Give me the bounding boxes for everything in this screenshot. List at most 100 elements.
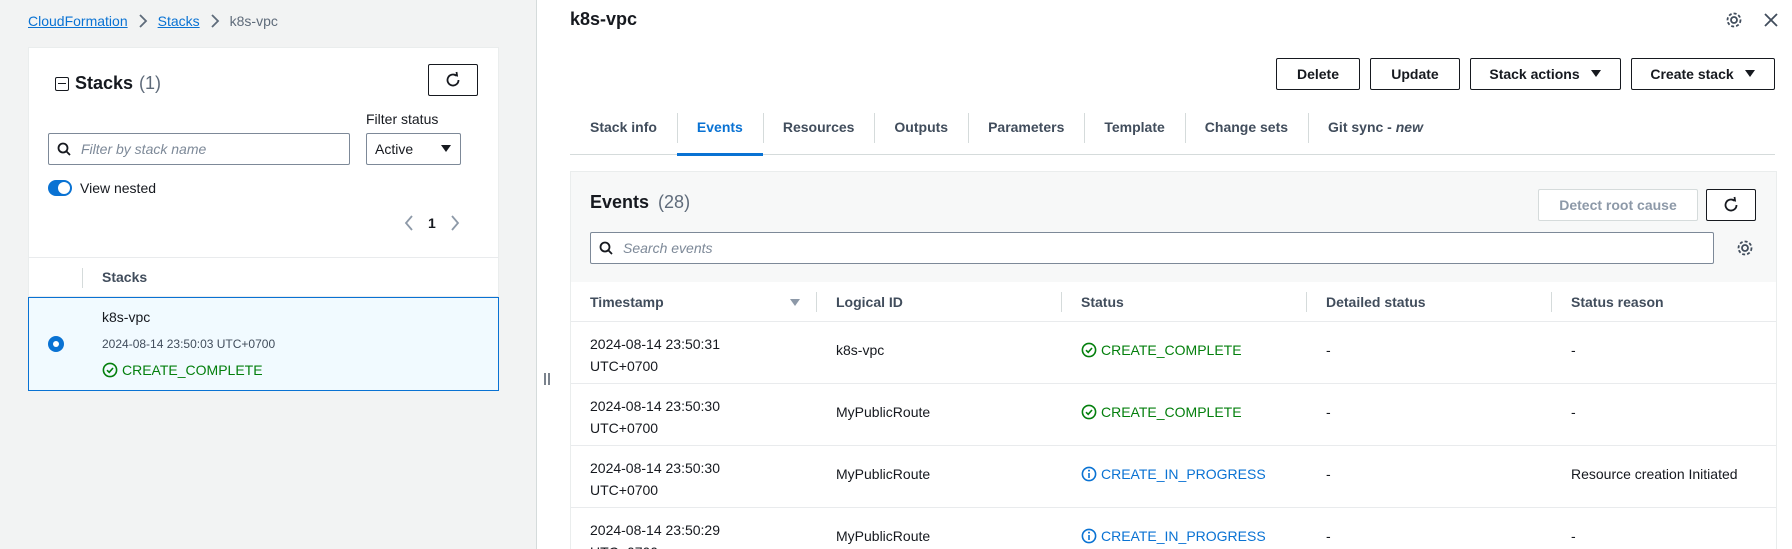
col-logical-id: Logical ID — [836, 294, 903, 310]
tab-change-sets[interactable]: Change sets — [1184, 107, 1308, 155]
stack-actions-button[interactable]: Stack actions — [1470, 58, 1621, 90]
update-button[interactable]: Update — [1370, 58, 1460, 90]
event-row: 2024-08-14 23:50:31 UTC+0700 k8s-vpc CREA… — [571, 322, 1776, 384]
next-page-icon[interactable] — [450, 215, 460, 231]
col-status: Status — [1081, 294, 1124, 310]
info-icon — [1081, 528, 1097, 544]
preferences-gear-icon[interactable] — [1736, 239, 1754, 257]
events-panel: Events (28) Detect root cause Search eve… — [570, 171, 1777, 549]
breadcrumb-cloudformation[interactable]: CloudFormation — [28, 13, 128, 29]
close-icon[interactable] — [1763, 12, 1779, 28]
stack-name: k8s-vpc — [102, 309, 151, 325]
delete-button[interactable]: Delete — [1276, 58, 1360, 90]
chevron-right-icon — [210, 14, 220, 28]
event-date: 2024-08-14 23:50:30 — [590, 460, 720, 476]
column-divider — [1306, 292, 1307, 312]
stacks-count: (1) — [139, 73, 162, 93]
prev-page-icon[interactable] — [404, 215, 414, 231]
page-number[interactable]: 1 — [428, 215, 436, 231]
create-stack-button[interactable]: Create stack — [1631, 58, 1775, 90]
breadcrumb-current: k8s-vpc — [229, 13, 278, 29]
breadcrumb-stacks[interactable]: Stacks — [158, 13, 200, 29]
event-status-text: CREATE_COMPLETE — [1101, 404, 1242, 420]
page-title: k8s-vpc — [570, 9, 638, 29]
collapse-icon[interactable] — [55, 76, 69, 91]
event-date: 2024-08-14 23:50:31 — [590, 336, 720, 352]
event-date: 2024-08-14 23:50:29 — [590, 522, 720, 538]
event-status-reason: - — [1571, 404, 1576, 420]
radio-selected[interactable] — [48, 336, 64, 352]
event-logical-id: MyPublicRoute — [836, 528, 931, 544]
git-sync-new-badge: new — [1395, 119, 1423, 135]
success-check-icon — [1081, 404, 1097, 420]
event-tz: UTC+0700 — [590, 541, 720, 549]
detect-root-cause-button[interactable]: Detect root cause — [1538, 189, 1698, 221]
filter-stack-name-input[interactable]: Filter by stack name — [48, 133, 350, 165]
event-tz: UTC+0700 — [590, 420, 659, 436]
event-status-reason: Resource creation Initiated — [1571, 466, 1738, 482]
view-nested-toggle-row: View nested — [48, 180, 156, 196]
tab-git-sync[interactable]: Git sync - new — [1308, 107, 1443, 155]
event-status: CREATE_COMPLETE — [1081, 342, 1242, 358]
delete-label: Delete — [1296, 66, 1340, 82]
column-divider — [816, 292, 817, 312]
split-panel-handle[interactable] — [543, 372, 551, 386]
tab-stack-info[interactable]: Stack info — [570, 107, 677, 155]
filter-placeholder: Filter by stack name — [81, 141, 207, 157]
sort-desc-icon[interactable] — [789, 298, 801, 307]
view-nested-label: View nested — [80, 180, 157, 196]
event-row: 2024-08-14 23:50:30 UTC+0700 MyPublicRout… — [571, 446, 1776, 508]
events-header: Events (28) Detect root cause Search eve… — [571, 172, 1776, 282]
refresh-events-button[interactable] — [1706, 189, 1756, 221]
event-status-text: CREATE_COMPLETE — [1101, 342, 1242, 358]
event-detailed-status: - — [1326, 528, 1331, 544]
refresh-icon — [444, 71, 462, 89]
col-detailed-status: Detailed status — [1326, 294, 1426, 310]
event-status: CREATE_COMPLETE — [1081, 404, 1242, 420]
tab-outputs[interactable]: Outputs — [874, 107, 968, 155]
update-label: Update — [1391, 66, 1439, 82]
git-sync-label: Git sync - — [1328, 119, 1396, 135]
detail-tabs: Stack info Events Resources Outputs Para… — [570, 107, 1775, 156]
tab-resources[interactable]: Resources — [762, 107, 875, 155]
view-nested-toggle[interactable] — [48, 180, 72, 196]
top-icons — [1725, 11, 1779, 29]
event-logical-id: k8s-vpc — [836, 342, 885, 358]
event-tz: UTC+0700 — [590, 482, 659, 498]
tab-events[interactable]: Events — [676, 107, 763, 156]
caret-down-icon — [1744, 69, 1756, 79]
stacks-title: Stacks — [75, 73, 134, 93]
success-check-icon — [1081, 342, 1097, 358]
column-divider — [82, 268, 83, 288]
chevron-right-icon — [138, 14, 148, 28]
filter-status-select[interactable]: Active — [366, 133, 461, 165]
filter-status-value: Active — [375, 141, 414, 157]
event-detailed-status: - — [1326, 404, 1331, 420]
event-timestamp: 2024-08-14 23:50:30 UTC+0700 — [590, 395, 720, 439]
stack-status-text: CREATE_COMPLETE — [122, 362, 263, 378]
event-date: 2024-08-14 23:50:30 — [590, 398, 720, 414]
event-logical-id: MyPublicRoute — [836, 404, 931, 420]
event-status-text: CREATE_IN_PROGRESS — [1101, 528, 1266, 544]
event-timestamp: 2024-08-14 23:50:31 UTC+0700 — [590, 333, 720, 377]
caret-down-icon — [1590, 69, 1602, 79]
tab-parameters[interactable]: Parameters — [968, 107, 1084, 155]
success-check-icon — [102, 362, 118, 378]
search-events-input[interactable]: Search events — [590, 232, 1714, 264]
col-timestamp[interactable]: Timestamp — [590, 294, 664, 310]
breadcrumb: CloudFormation Stacks k8s-vpc — [28, 11, 278, 31]
event-status-reason: - — [1571, 528, 1576, 544]
column-divider — [1061, 292, 1062, 312]
settings-gear-icon[interactable] — [1725, 11, 1743, 29]
stack-status: CREATE_COMPLETE — [102, 362, 263, 378]
stack-row-selected[interactable]: k8s-vpc 2024-08-14 23:50:03 UTC+0700 CRE… — [28, 297, 499, 391]
stacks-table-header: Stacks — [29, 257, 498, 297]
create-stack-label: Create stack — [1650, 66, 1734, 82]
refresh-stacks-button[interactable] — [428, 64, 478, 96]
col-status-reason: Status reason — [1571, 294, 1664, 310]
tab-template[interactable]: Template — [1084, 107, 1184, 155]
stacks-list-card: Stacks (1) Filter status Filter by stack… — [28, 47, 499, 391]
filter-status-label: Filter status — [366, 111, 439, 127]
info-icon — [1081, 466, 1097, 482]
caret-down-icon — [440, 144, 452, 154]
